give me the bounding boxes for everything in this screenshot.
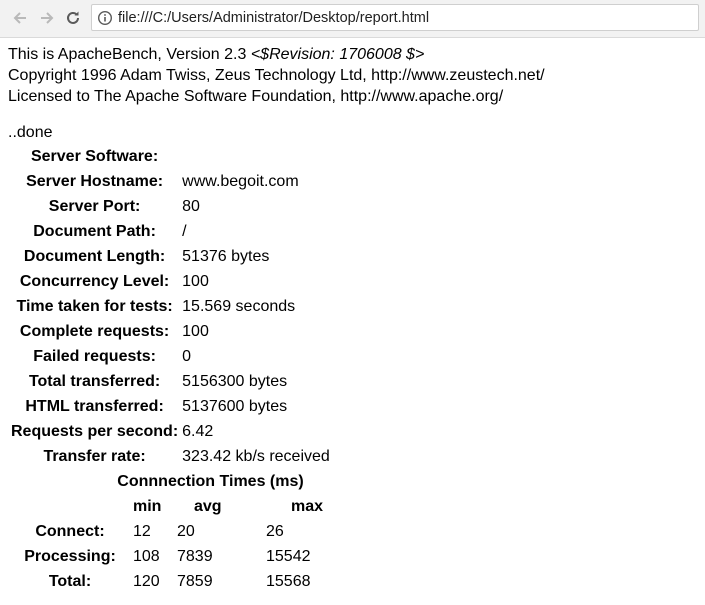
info-icon[interactable]	[97, 10, 113, 26]
stat-label: Document Length:	[23, 248, 166, 265]
stat-value: www.begoit.com	[182, 173, 299, 190]
processing-min: 108	[133, 548, 160, 565]
connection-times-table: Connnection Times (ms) min avg max Conne…	[8, 469, 354, 594]
reload-icon	[67, 11, 79, 24]
stat-label: Time taken for tests:	[16, 298, 173, 315]
header-max: max	[291, 498, 324, 515]
stat-row: Requests per second: 6.42	[10, 419, 331, 444]
stat-value: 51376 bytes	[182, 248, 270, 265]
connection-title: Connnection Times (ms)	[117, 473, 304, 490]
stat-row: Server Software:	[10, 144, 331, 169]
reload-button[interactable]	[62, 7, 84, 29]
version-text: This is ApacheBench, Version 2.3	[8, 46, 247, 63]
url-input[interactable]	[118, 7, 694, 28]
total-avg: 7859	[177, 573, 213, 590]
stat-label: Document Path:	[33, 223, 156, 240]
stat-row: Total transferred: 5156300 bytes	[10, 369, 331, 394]
banner-line-1: This is ApacheBench, Version 2.3 <$Revis…	[8, 44, 705, 65]
stat-value: 5156300 bytes	[182, 373, 288, 390]
stat-value: 0	[182, 348, 192, 365]
processing-avg: 7839	[177, 548, 213, 565]
stat-row: Complete requests: 100	[10, 319, 331, 344]
stat-row: Server Port: 80	[10, 194, 331, 219]
stat-label: Server Port:	[48, 198, 141, 215]
stat-row: Document Length: 51376 bytes	[10, 244, 331, 269]
stat-label: Server Software:	[30, 148, 159, 165]
total-max: 15568	[266, 573, 311, 590]
stat-row: Failed requests: 0	[10, 344, 331, 369]
stat-value	[181, 144, 331, 169]
connect-max: 26	[266, 523, 284, 540]
stat-value: 5137600 bytes	[182, 398, 288, 415]
stat-label: Failed requests:	[33, 348, 156, 365]
stat-value: 15.569 seconds	[182, 298, 296, 315]
stat-row: Server Hostname: www.begoit.com	[10, 169, 331, 194]
stat-label: Complete requests:	[19, 323, 170, 340]
stat-value: 323.42 kb/s received	[182, 448, 330, 465]
stat-value: 6.42	[182, 423, 214, 440]
banner: This is ApacheBench, Version 2.3 <$Revis…	[8, 44, 705, 107]
done-text: ..done	[8, 124, 53, 141]
banner-line-2: Copyright 1996 Adam Twiss, Zeus Technolo…	[8, 67, 545, 84]
processing-label: Processing:	[24, 548, 116, 565]
banner-line-3: Licensed to The Apache Software Foundati…	[8, 88, 504, 105]
stat-row: Transfer rate: 323.42 kb/s received	[10, 444, 331, 469]
forward-arrow-icon	[41, 12, 54, 24]
connection-row: Total: 120 7859 15568	[10, 569, 352, 594]
stat-row: Document Path: /	[10, 219, 331, 244]
connection-title-row: Connnection Times (ms)	[10, 469, 352, 494]
stats-table: Server Software: Server Hostname: www.bego…	[8, 144, 333, 469]
connection-row: Processing: 108 7839 15542	[10, 544, 352, 569]
stat-label: Concurrency Level:	[19, 273, 170, 290]
total-label: Total:	[48, 573, 92, 590]
stat-row: Time taken for tests: 15.569 seconds	[10, 294, 331, 319]
stat-value: 100	[182, 273, 209, 290]
header-min: min	[133, 498, 162, 515]
address-bar[interactable]	[91, 4, 699, 31]
stat-row: Concurrency Level: 100	[10, 269, 331, 294]
connection-header-row: min avg max	[10, 494, 352, 519]
connect-avg: 20	[177, 523, 195, 540]
revision-text: <$Revision: 1706008 $>	[250, 46, 425, 63]
total-min: 120	[133, 573, 160, 590]
stat-value: 80	[182, 198, 200, 215]
stat-value: 100	[182, 323, 209, 340]
browser-toolbar	[0, 0, 705, 38]
header-avg: avg	[194, 498, 222, 515]
stat-label: Total transferred:	[28, 373, 161, 390]
stat-value: /	[182, 223, 187, 240]
connection-row: Connect: 12 20 26	[10, 519, 352, 544]
report-content: This is ApacheBench, Version 2.3 <$Revis…	[8, 44, 705, 594]
connect-label: Connect:	[35, 523, 105, 540]
stat-label: Transfer rate:	[43, 448, 146, 465]
stat-label: Requests per second:	[11, 423, 179, 440]
back-arrow-icon	[13, 12, 26, 24]
stat-row: HTML transferred: 5137600 bytes	[10, 394, 331, 419]
back-button[interactable]	[9, 7, 31, 29]
processing-max: 15542	[266, 548, 311, 565]
forward-button[interactable]	[36, 7, 58, 29]
connection-header-blank	[10, 494, 130, 519]
stat-label: HTML transferred:	[25, 398, 164, 415]
connect-min: 12	[133, 523, 151, 540]
stat-label: Server Hostname:	[26, 173, 164, 190]
